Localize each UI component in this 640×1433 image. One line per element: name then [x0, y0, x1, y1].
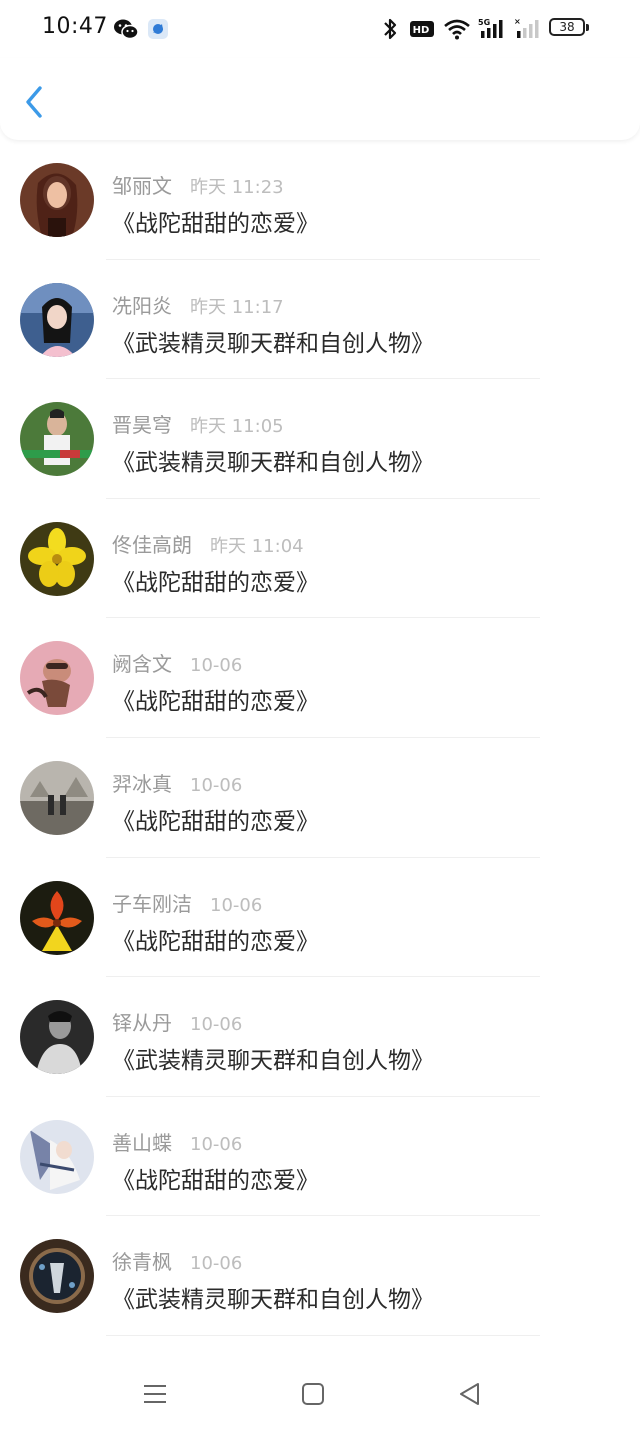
item-title: 《战陀甜甜的恋爱》 [112, 569, 319, 596]
user-name: 善山蝶 [112, 1130, 172, 1155]
user-name: 阙含文 [112, 652, 172, 677]
home-icon[interactable] [299, 1380, 327, 1408]
list-item[interactable]: 铎从丹 10-06 《武装精灵聊天群和自创人物》 [0, 977, 640, 1097]
item-meta: 善山蝶 10-06 [112, 1127, 243, 1155]
app-screen: 10:47 HD 5G × 38 邹丽文 昨天 11:23 《战陀甜甜的恋爱》 … [0, 0, 640, 1433]
timestamp: 昨天 11:04 [210, 535, 304, 557]
hd-icon: HD [410, 21, 434, 37]
user-name: 徐青枫 [112, 1250, 172, 1275]
item-title: 《武装精灵聊天群和自创人物》 [112, 330, 434, 357]
list-item[interactable]: 徐青枫 10-06 《武装精灵聊天群和自创人物》 [0, 1216, 640, 1336]
avatar[interactable] [20, 641, 94, 716]
avatar[interactable] [20, 1000, 94, 1075]
divider [106, 1334, 540, 1336]
item-meta: 羿冰真 10-06 [112, 768, 243, 796]
user-name: 邹丽文 [112, 174, 172, 198]
item-title: 《武装精灵聊天群和自创人物》 [112, 1048, 434, 1075]
timestamp: 10-06 [190, 655, 243, 677]
user-name: 羿冰真 [112, 771, 172, 796]
user-name: 子车刚洁 [112, 891, 192, 916]
item-meta: 阙含文 10-06 [112, 648, 243, 677]
avatar[interactable] [20, 163, 94, 237]
list-item[interactable]: 佟佳高朗 昨天 11:04 《战陀甜甜的恋爱》 [0, 499, 640, 619]
item-meta: 冼阳炎 昨天 11:17 [112, 290, 284, 318]
item-title: 《战陀甜甜的恋爱》 [112, 928, 319, 955]
timestamp: 昨天 11:23 [190, 177, 284, 198]
battery-icon: 38 [549, 18, 589, 36]
list-item[interactable]: 冼阳炎 昨天 11:17 《武装精灵聊天群和自创人物》 [0, 260, 640, 380]
timestamp: 昨天 11:17 [190, 296, 284, 318]
signal-weak-icon: × [514, 17, 539, 38]
item-title: 《战陀甜甜的恋爱》 [112, 211, 319, 237]
timestamp: 10-06 [190, 1253, 243, 1275]
avatar[interactable] [20, 880, 94, 955]
user-name: 晋昊穹 [112, 413, 172, 438]
avatar[interactable] [20, 402, 94, 477]
list-item[interactable]: 邹丽文 昨天 11:23 《战陀甜甜的恋爱》 [0, 140, 640, 260]
svg-text:HD: HD [413, 25, 430, 36]
list-item[interactable]: 子车刚洁 10-06 《战陀甜甜的恋爱》 [0, 858, 640, 978]
status-time: 10:47 [42, 14, 108, 39]
list-item[interactable]: 晋昊穹 昨天 11:05 《武装精灵聊天群和自创人物》 [0, 379, 640, 499]
item-meta: 子车刚洁 10-06 [112, 888, 263, 916]
bluetooth-icon [384, 18, 397, 40]
top-header [0, 58, 640, 140]
menu-icon[interactable] [141, 1380, 169, 1408]
item-meta: 晋昊穹 昨天 11:05 [112, 409, 284, 438]
avatar[interactable] [20, 1239, 94, 1314]
user-name: 冼阳炎 [112, 293, 172, 318]
item-meta: 佟佳高朗 昨天 11:04 [112, 529, 304, 557]
timestamp: 10-06 [210, 894, 263, 916]
item-title: 《战陀甜甜的恋爱》 [112, 689, 319, 716]
user-name: 铎从丹 [112, 1011, 172, 1036]
timestamp: 10-06 [190, 1014, 243, 1036]
svg-text:5G: 5G [478, 18, 490, 27]
item-title: 《战陀甜甜的恋爱》 [112, 1167, 319, 1194]
wifi-icon [444, 19, 470, 40]
wechat-icon [114, 19, 139, 40]
triangle-back-icon[interactable] [456, 1380, 484, 1408]
item-meta: 铎从丹 10-06 [112, 1007, 243, 1036]
list-item[interactable]: 羿冰真 10-06 《战陀甜甜的恋爱》 [0, 738, 640, 858]
list-item[interactable]: 阙含文 10-06 《战陀甜甜的恋爱》 [0, 618, 640, 738]
system-nav-bar [0, 1352, 640, 1433]
item-title: 《战陀甜甜的恋爱》 [112, 808, 319, 835]
item-title: 《武装精灵聊天群和自创人物》 [112, 1287, 434, 1314]
item-title: 《武装精灵聊天群和自创人物》 [112, 450, 434, 477]
item-meta: 邹丽文 昨天 11:23 [112, 170, 284, 198]
avatar[interactable] [20, 1119, 94, 1194]
app-notification-icon [148, 19, 168, 39]
signal-5g-icon: 5G [478, 18, 503, 38]
avatar[interactable] [20, 760, 94, 835]
chevron-left-icon[interactable] [18, 82, 52, 122]
avatar[interactable] [20, 282, 94, 357]
message-list: 邹丽文 昨天 11:23 《战陀甜甜的恋爱》 冼阳炎 昨天 11:17 《武装精… [0, 140, 640, 1336]
item-meta: 徐青枫 10-06 [112, 1246, 243, 1275]
user-name: 佟佳高朗 [112, 532, 192, 557]
avatar[interactable] [20, 521, 94, 596]
timestamp: 10-06 [190, 1133, 243, 1155]
timestamp: 10-06 [190, 774, 243, 796]
list-item[interactable]: 善山蝶 10-06 《战陀甜甜的恋爱》 [0, 1097, 640, 1217]
status-bar: 10:47 HD 5G × 38 [0, 0, 640, 58]
timestamp: 昨天 11:05 [190, 416, 284, 438]
svg-text:×: × [514, 17, 521, 26]
